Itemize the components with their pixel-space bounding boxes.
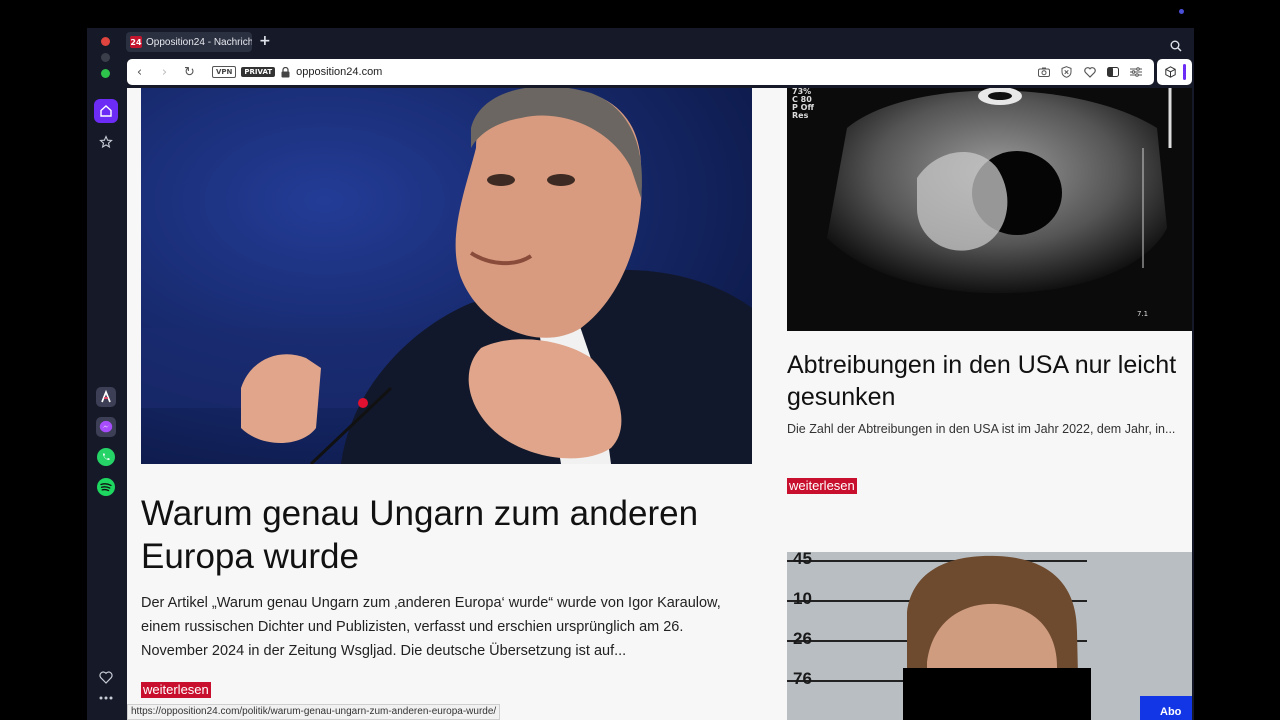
whatsapp-icon[interactable] <box>94 445 118 469</box>
page-content: Warum genau Ungarn zum anderen Europa wu… <box>127 88 1192 720</box>
browser-window: 24 Opposition24 - Nachrichten + ‹ › ↻ VP… <box>87 28 1194 720</box>
status-bar-url: https://opposition24.com/politik/warum-g… <box>127 704 501 720</box>
mugshot-image[interactable]: 45 10 26 76 Abo <box>787 552 1192 720</box>
back-button[interactable]: ‹ <box>127 65 152 80</box>
address-bar-actions <box>1037 66 1154 79</box>
forward-button[interactable]: › <box>152 65 177 80</box>
readout-line: Res <box>792 111 809 120</box>
extensions-area <box>1157 59 1192 85</box>
vpn-badge[interactable]: VPN <box>212 66 237 78</box>
side-article-title[interactable]: Abtreibungen in den USA nur leicht gesun… <box>787 349 1192 413</box>
reader-mode-icon[interactable] <box>1106 66 1119 79</box>
maximize-window-button[interactable] <box>101 69 110 78</box>
main-article-image[interactable] <box>141 88 752 464</box>
heart-icon[interactable] <box>94 665 118 689</box>
side-article-image[interactable]: 73% C 80 P Off Res 7.1 <box>787 88 1192 331</box>
star-icon[interactable] <box>94 130 118 154</box>
shield-icon[interactable] <box>1060 66 1073 79</box>
home-icon[interactable] <box>94 99 118 123</box>
subscribe-button[interactable]: Abo <box>1140 696 1192 720</box>
aria-icon[interactable] <box>94 385 118 409</box>
notification-dot <box>1179 9 1184 14</box>
settings-sliders-icon[interactable] <box>1129 66 1142 79</box>
main-article-excerpt: Der Artikel „Warum genau Ungarn zum ‚and… <box>141 595 721 659</box>
reload-icon[interactable]: ↻ <box>177 65 202 80</box>
side-article-excerpt: Die Zahl der Abtreibungen in den USA ist… <box>787 422 1176 436</box>
address-bar: ‹ › ↻ VPN PRIVAT opposition24.com <box>127 59 1154 85</box>
url-field[interactable]: opposition24.com <box>296 66 382 78</box>
lock-icon <box>281 66 290 78</box>
heart-bookmark-icon[interactable] <box>1083 66 1096 79</box>
main-article-title[interactable]: Warum genau Ungarn zum anderen Europa wu… <box>141 492 752 578</box>
tab-opposition24[interactable]: 24 Opposition24 - Nachrichten <box>126 32 252 52</box>
cube-icon[interactable] <box>1165 66 1176 78</box>
messenger-icon[interactable] <box>94 415 118 439</box>
search-tabs-icon[interactable] <box>1170 37 1182 56</box>
private-badge: PRIVAT <box>241 67 276 77</box>
main-read-more-link[interactable]: weiterlesen <box>141 682 211 698</box>
tab-bar: 24 Opposition24 - Nachrichten + <box>87 28 1194 58</box>
accent-indicator <box>1183 64 1186 80</box>
ultrasound-readout: 73% C 80 P Off Res <box>792 88 814 120</box>
more-icon[interactable] <box>94 689 118 707</box>
camera-icon[interactable] <box>1037 66 1050 79</box>
site-favicon: 24 <box>130 36 142 48</box>
new-tab-button[interactable]: + <box>259 34 271 48</box>
sidebar <box>87 88 125 720</box>
side-read-more-link[interactable]: weiterlesen <box>787 478 857 494</box>
tab-title: Opposition24 - Nachrichten <box>146 36 252 48</box>
scale-label: 7.1 <box>1137 310 1149 318</box>
spotify-icon[interactable] <box>94 475 118 499</box>
